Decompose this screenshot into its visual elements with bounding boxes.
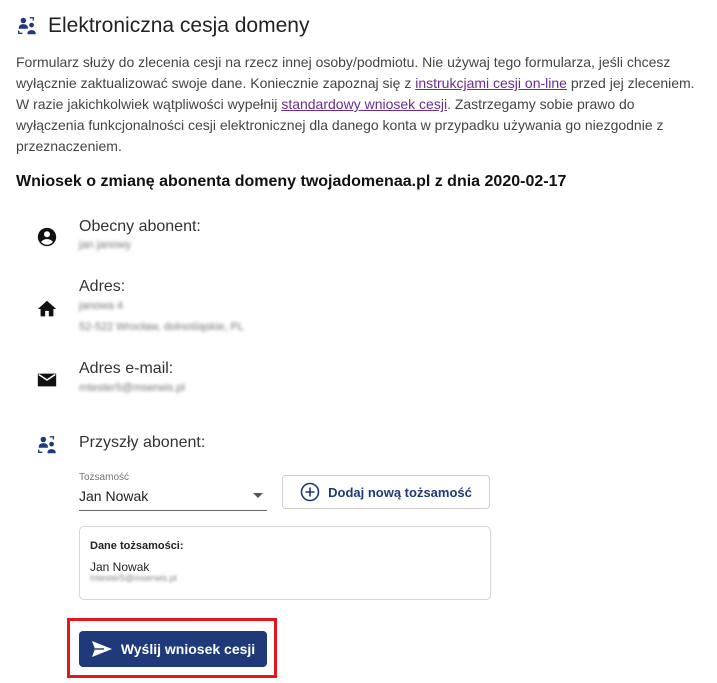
request-title: Wniosek o zmianę abonenta domeny twojado… (16, 173, 567, 190)
add-circle-icon (300, 482, 320, 502)
identity-select[interactable]: Tożsamość Jan Nowak (79, 470, 267, 511)
identity-details-card: Dane tożsamości: Jan Nowak mtester5@mser… (79, 526, 491, 600)
add-identity-button[interactable]: Dodaj nową tożsamość (282, 475, 490, 509)
current-subscriber-value: jan janowy (79, 239, 131, 251)
dropdown-arrow-icon (253, 493, 263, 498)
page-title: Elektroniczna cesja domeny (48, 14, 310, 37)
standard-request-link[interactable]: standardowy wniosek cesji (281, 96, 447, 112)
identity-details-title: Dane tożsamości: (90, 540, 184, 552)
transfer-users-icon (38, 436, 56, 454)
identity-details-name: Jan Nowak (90, 560, 150, 574)
page-header: Elektroniczna cesja domeny (16, 14, 309, 38)
email-label: Adres e-mail: (79, 360, 174, 377)
address-label: Adres: (79, 278, 126, 295)
add-identity-label: Dodaj nową tożsamość (328, 484, 472, 500)
send-request-label: Wyślij wniosek cesji (120, 641, 256, 657)
send-icon (91, 641, 112, 657)
current-subscriber-label: Obecny abonent: (79, 218, 201, 235)
email-value: mtester5@mserwis.pl (79, 382, 185, 394)
transfer-users-icon (18, 17, 36, 35)
address-line2: 52-522 Wrocław, dolnośląskie, PL (79, 321, 244, 333)
account-circle-icon (37, 227, 57, 247)
home-icon (37, 300, 57, 317)
address-line1: janowa 4 (79, 300, 124, 312)
send-request-button[interactable]: Wyślij wniosek cesji (79, 631, 267, 667)
mail-icon (37, 373, 57, 387)
future-subscriber-label: Przyszły abonent: (79, 434, 206, 451)
intro-text: Formularz służy do zlecenia cesji na rze… (16, 52, 696, 157)
instructions-link[interactable]: instrukcjami cesji on-line (415, 75, 567, 91)
identity-select-label: Tożsamość (79, 472, 130, 483)
identity-select-value: Jan Nowak (79, 488, 149, 504)
identity-details-email: mtester5@mserwis.pl (90, 573, 177, 583)
